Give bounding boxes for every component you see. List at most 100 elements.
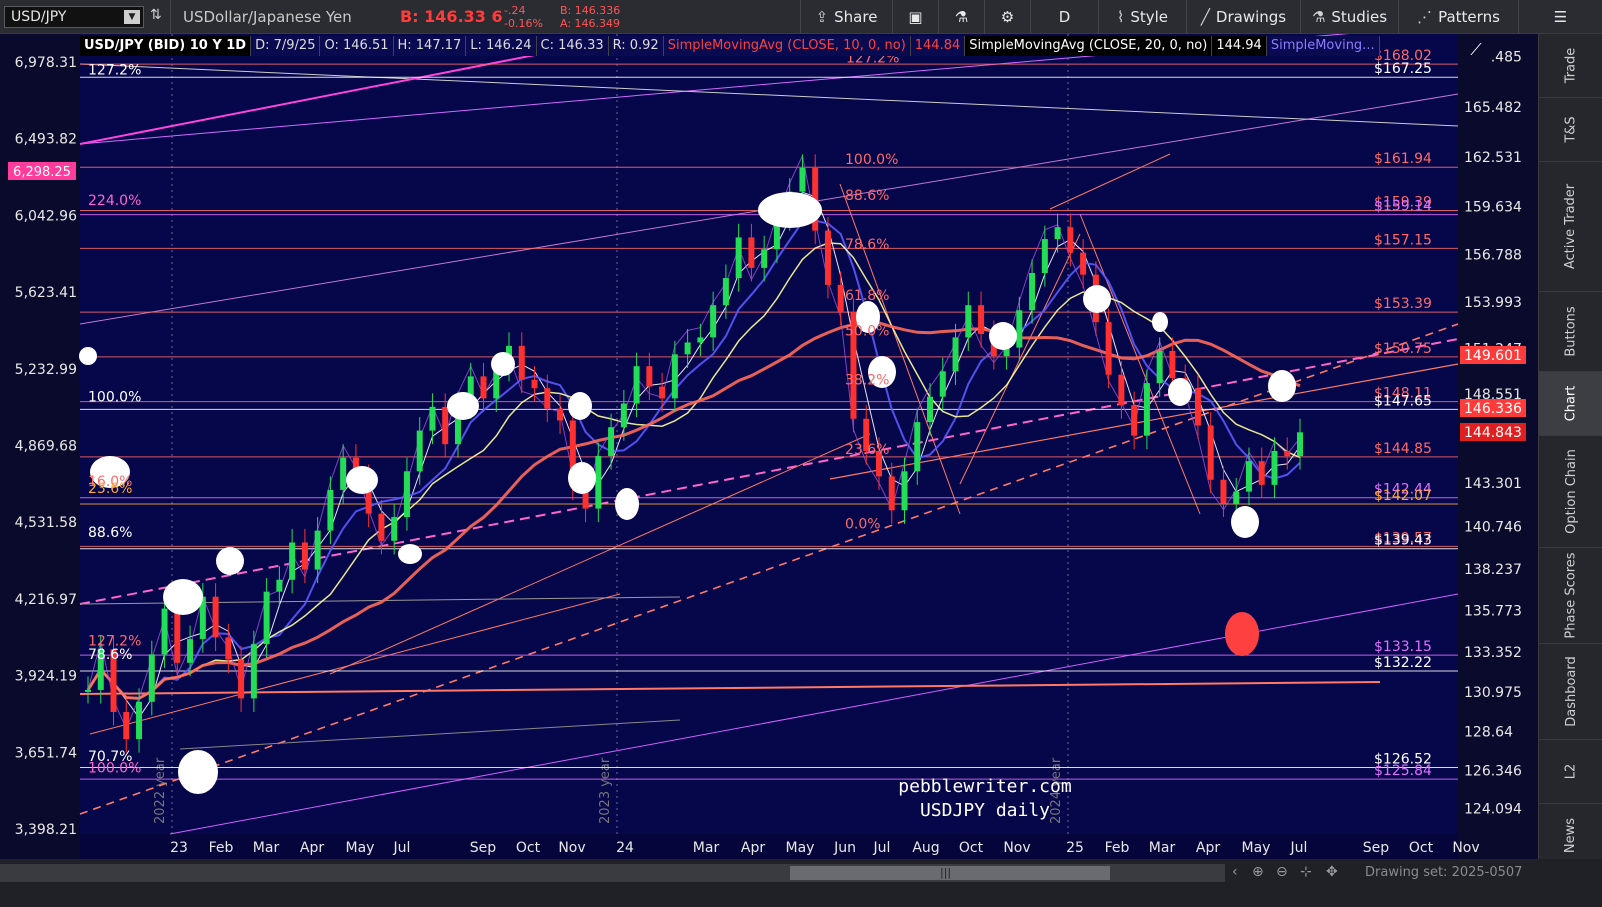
screenshot-button[interactable]: ▣ <box>892 0 938 34</box>
candle-body <box>403 471 410 518</box>
right-axis-label: 133.352 <box>1464 645 1522 661</box>
candle-body <box>238 659 245 699</box>
chart-area[interactable]: 2022 year 2023 year 2024 year $168.02 $167.… <box>0 34 1538 859</box>
side-tab-label: Active Trader <box>1563 183 1579 270</box>
horizontal-scrollbar[interactable]: ||| <box>0 864 1225 882</box>
side-tab-dashboard[interactable]: Dashboard <box>1539 644 1602 740</box>
candle-body <box>225 637 232 660</box>
candle-body <box>161 608 168 655</box>
side-tab-option-chain[interactable]: Option Chain <box>1539 436 1602 548</box>
side-tab-chart[interactable]: Chart <box>1539 372 1602 436</box>
zoom-in-icon[interactable]: ⊕ <box>1252 864 1264 880</box>
side-tab-label: News <box>1563 817 1579 854</box>
scrollbar-thumb[interactable]: ||| <box>790 866 1110 880</box>
price-level-label: $125.84 <box>1374 763 1432 779</box>
legend-sma20-value: 144.94 <box>1212 36 1267 56</box>
legend-sma20[interactable]: SimpleMovingAvg (CLOSE, 20, 0, no) <box>965 36 1213 56</box>
style-button[interactable]: ⌇ Style <box>1098 0 1186 34</box>
price-level-label: $147.65 <box>1374 393 1432 409</box>
link-icon[interactable]: ⇅ <box>150 7 162 23</box>
legend-high: H: 147.17 <box>393 36 467 56</box>
candle-body <box>1245 461 1252 492</box>
x-axis-label: Sep <box>470 840 497 856</box>
candle-body <box>1271 450 1278 485</box>
legend-sma10[interactable]: SimpleMovingAvg (CLOSE, 10, 0, no) <box>663 36 911 56</box>
x-axis-label: Oct <box>1409 840 1434 856</box>
candle-body <box>1016 310 1023 348</box>
price-chart[interactable]: 2022 year 2023 year 2024 year $168.02$167.… <box>0 34 1538 859</box>
x-axis-label: Oct <box>959 840 984 856</box>
studies-button[interactable]: ⚗ Studies <box>1300 0 1398 34</box>
settings-button[interactable]: ⚙ <box>984 0 1030 34</box>
candle-body <box>684 342 691 355</box>
side-tab-phase-scores[interactable]: Phase Scores <box>1539 548 1602 644</box>
candle-body <box>697 337 704 343</box>
price-level-label: $142.07 <box>1374 488 1432 504</box>
chart-title: USD/JPY (BID) 10 Y 1D <box>80 36 252 56</box>
pan-icon[interactable]: ✥ <box>1326 864 1338 880</box>
patterns-button[interactable]: ⋰ Patterns <box>1398 0 1518 34</box>
legend-sma-more[interactable]: SimpleMoving... <box>1266 36 1380 56</box>
legend-range: R: 0.92 <box>608 36 664 56</box>
marker-circle <box>79 347 97 365</box>
price-level-label: $159.14 <box>1374 199 1432 215</box>
side-tab-active-trader[interactable]: Active Trader <box>1539 162 1602 292</box>
candle-body <box>608 427 615 457</box>
side-tab-label: Buttons <box>1563 306 1579 357</box>
candle-body <box>901 471 908 511</box>
candle-body <box>429 406 436 431</box>
side-tab-t-s[interactable]: T&S <box>1539 98 1602 162</box>
marker-circle <box>758 192 822 228</box>
x-axis-label: Sep <box>1363 840 1390 856</box>
zoom-out-icon[interactable]: ⊖ <box>1276 864 1288 880</box>
left-axis-label: 3,398.21 <box>15 822 77 838</box>
x-axis-label: Aug <box>912 840 939 856</box>
drawings-button[interactable]: ╱ Drawings <box>1186 0 1300 34</box>
plot-bg <box>80 34 1458 834</box>
chart-legend: USD/JPY (BID) 10 Y 1D D: 7/9/25 O: 146.5… <box>80 36 1380 56</box>
fib-label: 78.6% <box>88 647 132 663</box>
right-axis-label: 156.788 <box>1464 248 1522 264</box>
marker-circle <box>1268 370 1296 402</box>
fib-label: 78.6% <box>845 237 889 253</box>
right-axis-label: 138.237 <box>1464 562 1522 578</box>
price-level-label: $144.85 <box>1374 441 1432 457</box>
symbol-input[interactable]: USD/JPY ▼ <box>4 6 144 28</box>
candle-body <box>620 403 627 428</box>
left-axis-label: 5,623.41 <box>15 285 77 301</box>
right-price-tag-text: 146.336 <box>1464 401 1522 417</box>
side-tab-trade[interactable]: Trade <box>1539 34 1602 98</box>
x-axis-label: 23 <box>170 840 188 856</box>
menu-button[interactable]: ☰ <box>1518 0 1602 34</box>
symbol-dropdown-icon[interactable]: ▼ <box>124 10 140 24</box>
side-tab-buttons[interactable]: Buttons <box>1539 292 1602 372</box>
scroll-left-icon[interactable]: ‹ <box>1232 864 1238 880</box>
side-tab-label: Phase Scores <box>1563 552 1579 639</box>
candle-body <box>557 408 564 421</box>
share-button[interactable]: ⇪ Share <box>800 0 892 34</box>
fib-label: 23.6% <box>845 442 889 458</box>
right-axis-label: 124.094 <box>1464 802 1522 818</box>
ask-small: A: 146.349 <box>560 17 621 30</box>
lab-button[interactable]: ⚗ <box>938 0 984 34</box>
candle-body <box>391 517 398 541</box>
candle-body <box>1118 374 1125 406</box>
crosshair-icon[interactable]: ⊹ <box>1300 864 1312 880</box>
svg-text:⟋: ⟋ <box>1470 40 1482 59</box>
side-tab-l2[interactable]: L2 <box>1539 740 1602 804</box>
candle-body <box>633 366 640 404</box>
candle-body <box>1297 432 1303 457</box>
candle-body <box>748 237 755 268</box>
pencil-icon: ╱ <box>1200 8 1210 26</box>
marker-circle <box>1152 312 1168 332</box>
period-label: D <box>1058 8 1071 26</box>
fib-label: 100.0% <box>845 152 898 168</box>
marker-circle <box>178 750 218 794</box>
share-icon: ⇪ <box>815 8 829 26</box>
change-block: -.24 -0.16% <box>504 4 543 30</box>
candle-body <box>531 379 538 389</box>
candle-body <box>1054 227 1061 240</box>
draw-tool-icon[interactable]: ⟋ <box>1462 36 1490 62</box>
style-icon: ⌇ <box>1116 8 1125 26</box>
period-button[interactable]: D <box>1030 0 1098 34</box>
